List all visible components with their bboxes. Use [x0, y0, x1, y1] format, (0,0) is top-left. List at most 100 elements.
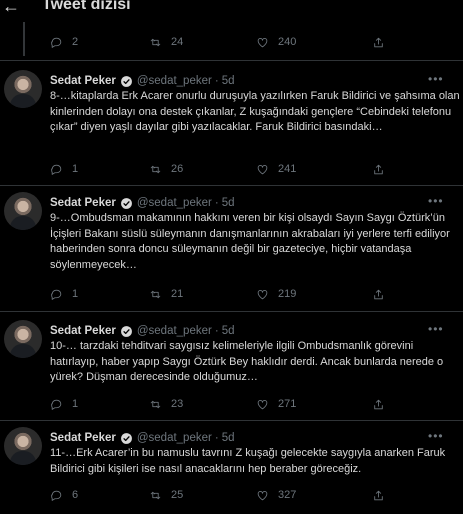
reply-button[interactable]: 2 — [50, 32, 78, 52]
like-count: 219 — [278, 288, 297, 300]
divider — [0, 420, 463, 421]
separator-dot: · — [214, 197, 219, 209]
more-icon[interactable]: ••• — [428, 429, 444, 443]
author-name[interactable]: Sedat Peker — [50, 432, 116, 444]
share-button[interactable] — [372, 485, 385, 505]
share-icon — [374, 164, 383, 174]
like-button[interactable]: 241 — [256, 159, 296, 179]
share-icon — [374, 399, 383, 409]
reply-icon — [51, 164, 62, 175]
divider — [0, 311, 463, 312]
share-button[interactable] — [372, 284, 385, 304]
reply-count: 1 — [72, 398, 79, 410]
share-icon — [374, 289, 383, 299]
like-button[interactable]: 219 — [256, 284, 296, 304]
retweet-button[interactable]: 24 — [149, 32, 183, 52]
avatar[interactable] — [4, 70, 42, 108]
tweet-header: Sedat Peker @sedat_peker · 5d — [50, 323, 234, 339]
more-icon[interactable]: ••• — [428, 194, 444, 208]
share-icon — [374, 37, 383, 47]
tweet-header: Sedat Peker @sedat_peker · 5d — [50, 73, 234, 89]
back-arrow-icon[interactable]: ← — [2, 0, 20, 17]
share-button[interactable] — [372, 394, 385, 414]
tweet-text: 11-…Erk Acarer’in bu namuslu tavrını Z k… — [50, 447, 446, 475]
reply-icon — [51, 490, 62, 501]
reply-count: 1 — [72, 163, 79, 175]
reply-count: 1 — [72, 288, 79, 300]
like-count: 240 — [278, 36, 297, 48]
tweet-header: Sedat Peker @sedat_peker · 5d — [50, 195, 234, 211]
reply-button[interactable]: 1 — [50, 284, 78, 304]
heart-icon — [257, 490, 268, 500]
retweet-icon — [150, 491, 161, 499]
author-name[interactable]: Sedat Peker — [50, 325, 116, 337]
tweet-header: Sedat Peker @sedat_peker · 5d — [50, 430, 234, 446]
avatar[interactable] — [4, 192, 42, 230]
tweet-actions: 1 26 241 — [0, 159, 463, 179]
heart-icon — [257, 164, 268, 174]
author-handle[interactable]: @sedat_peker — [137, 325, 212, 337]
more-icon[interactable]: ••• — [428, 322, 444, 336]
reply-count: 2 — [72, 36, 79, 48]
reply-icon — [51, 289, 62, 300]
like-button[interactable]: 271 — [256, 394, 296, 414]
divider — [0, 185, 463, 186]
tweet-text: 10-… tarzdaki tehditvari saygısız kelime… — [50, 340, 444, 383]
like-count: 327 — [278, 489, 297, 501]
avatar[interactable] — [4, 427, 42, 465]
tweet-text: 8-…kitaplarda Erk Acarer onurlu duruşuyl… — [50, 90, 460, 133]
share-button[interactable] — [372, 159, 385, 179]
page-header: ← Tweet dizisi — [0, 0, 463, 22]
retweet-icon — [150, 165, 161, 173]
page-title: Tweet dizisi — [42, 0, 131, 13]
like-button[interactable]: 240 — [256, 32, 296, 52]
retweet-icon — [150, 290, 161, 298]
reply-button[interactable]: 1 — [50, 394, 78, 414]
retweet-count: 24 — [171, 36, 184, 48]
retweet-count: 25 — [171, 489, 184, 501]
reply-icon — [51, 399, 62, 410]
author-handle[interactable]: @sedat_peker — [137, 197, 212, 209]
tweet-text: 9-…Ombudsman makamının hakkını veren bir… — [50, 212, 450, 271]
retweet-count: 26 — [171, 163, 184, 175]
tweet-time[interactable]: 5d — [222, 197, 235, 209]
reply-button[interactable]: 6 — [50, 485, 78, 505]
author-handle[interactable]: @sedat_peker — [137, 75, 212, 87]
author-name[interactable]: Sedat Peker — [50, 197, 116, 209]
tweet-actions: 1 21 219 — [0, 284, 463, 304]
retweet-button[interactable]: 26 — [149, 159, 183, 179]
separator-dot: · — [214, 75, 219, 87]
tweet-actions: 6 25 327 — [0, 485, 463, 505]
verified-badge-icon — [120, 432, 132, 444]
share-icon — [374, 490, 383, 500]
verified-badge-icon — [120, 325, 132, 337]
reply-icon — [51, 37, 62, 48]
retweet-button[interactable]: 23 — [149, 394, 183, 414]
like-count: 241 — [278, 163, 297, 175]
retweet-button[interactable]: 25 — [149, 485, 183, 505]
heart-icon — [257, 37, 268, 47]
retweet-count: 23 — [171, 398, 184, 410]
tweet-time[interactable]: 5d — [222, 325, 235, 337]
share-button[interactable] — [372, 32, 385, 52]
author-name[interactable]: Sedat Peker — [50, 75, 116, 87]
tweet-time[interactable]: 5d — [222, 432, 235, 444]
reply-button[interactable]: 1 — [50, 159, 78, 179]
retweet-button[interactable]: 21 — [149, 284, 183, 304]
reply-count: 6 — [72, 489, 79, 501]
like-button[interactable]: 327 — [256, 485, 296, 505]
retweet-count: 21 — [171, 288, 184, 300]
more-icon[interactable]: ••• — [428, 72, 444, 86]
retweet-icon — [150, 400, 161, 408]
previous-tweet-actions: 2 24 240 — [0, 32, 463, 52]
separator-dot: · — [214, 325, 219, 337]
avatar[interactable] — [4, 320, 42, 358]
tweet-actions: 1 23 271 — [0, 394, 463, 414]
separator-dot: · — [214, 432, 219, 444]
divider — [0, 60, 463, 61]
verified-badge-icon — [120, 75, 132, 87]
like-count: 271 — [278, 398, 297, 410]
tweet-time[interactable]: 5d — [222, 75, 235, 87]
author-handle[interactable]: @sedat_peker — [137, 432, 212, 444]
retweet-icon — [150, 38, 161, 46]
